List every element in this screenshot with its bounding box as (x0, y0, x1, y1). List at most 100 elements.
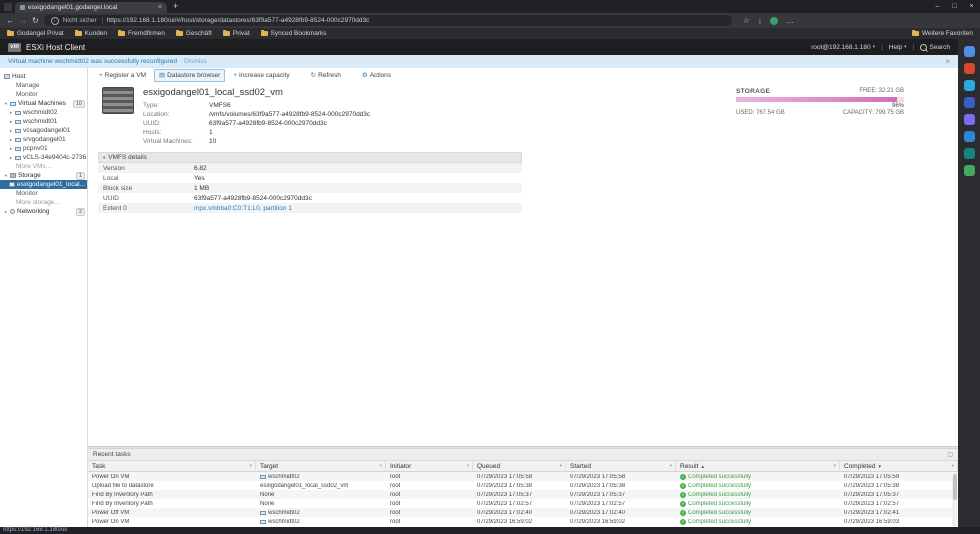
column-header-completed[interactable]: Completed ▼ ▾ (840, 461, 958, 471)
browser-menu-icon[interactable]: … (786, 16, 794, 25)
column-header-queued[interactable]: Queued ▾ (473, 461, 566, 471)
sidebar-app-icon[interactable] (963, 46, 975, 57)
banner-close-icon[interactable]: × (945, 57, 950, 66)
expand-caret-icon[interactable]: ▾ (4, 173, 8, 179)
sidebar-item-vm[interactable]: ▸ wschmidt02 (0, 108, 87, 117)
task-target[interactable]: esxigodangel01_local_ssd02_vm (256, 483, 386, 489)
sidebar-item-storage[interactable]: ▾ Storage 1 (0, 171, 87, 180)
downloads-icon[interactable]: ↓ (758, 16, 762, 25)
recent-tasks-header[interactable]: Recent tasks ▢ (88, 449, 958, 461)
task-target[interactable]: wschmidt02 (256, 510, 386, 516)
sidebar-item-vm[interactable]: ▸ vcsagodangel01 (0, 126, 87, 135)
bookmark-item[interactable]: Kunden (74, 30, 107, 37)
maximize-button[interactable]: □ (946, 0, 963, 13)
column-header-target[interactable]: Target ▾ (256, 461, 386, 471)
minimize-button[interactable]: – (929, 0, 946, 13)
help-menu[interactable]: Help ▾ (889, 44, 907, 51)
sidebar-app-icon[interactable] (963, 63, 975, 74)
expand-caret-icon[interactable]: ▸ (9, 110, 13, 116)
back-icon[interactable]: ← (6, 13, 14, 28)
table-row[interactable]: Upload file to datastore esxigodangel01_… (88, 481, 958, 490)
column-header-task[interactable]: Task ▾ (88, 461, 256, 471)
expand-caret-icon[interactable]: ▸ (4, 209, 8, 215)
sidebar-app-icon[interactable] (963, 131, 975, 142)
toolbar-button[interactable]: ⚙ Actions (357, 69, 396, 82)
task-initiator: root (390, 518, 401, 525)
expand-caret-icon[interactable]: ▸ (9, 137, 13, 143)
close-button[interactable]: × (963, 0, 980, 13)
sidebar-item-host[interactable]: Host (0, 72, 87, 81)
toolbar-button[interactable]: + Increase capacity (228, 69, 294, 81)
sidebar-item-storage-monitor[interactable]: Monitor (0, 189, 87, 198)
sidebar-app-icon[interactable] (963, 148, 975, 159)
toolbar-button[interactable]: ↻ Refresh (306, 69, 346, 82)
profile-avatar[interactable] (769, 16, 778, 25)
sidebar-item-vm[interactable]: ▸ vCLS-34e9404c-2736-... (0, 153, 87, 162)
task-target[interactable]: None (256, 492, 386, 498)
task-target[interactable]: None (256, 501, 386, 507)
banner-dismiss-link[interactable]: Dismiss (184, 58, 207, 65)
column-header-result[interactable]: Result ▲ ▾ (676, 461, 840, 471)
sidebar-app-icon[interactable] (963, 114, 975, 125)
sidebar-item-manage[interactable]: Manage (0, 81, 87, 90)
scrollbar-thumb[interactable] (952, 474, 957, 500)
expand-caret-icon[interactable]: ▸ (9, 119, 13, 125)
sidebar-item-vm[interactable]: ▸ srvgodangel01 (0, 135, 87, 144)
filter-caret-icon[interactable]: ▾ (952, 463, 954, 469)
sidebar-item-vm[interactable]: ▸ pcpnv01 (0, 144, 87, 153)
column-header-initiator[interactable]: Initiator ▾ (386, 461, 473, 471)
table-row[interactable]: Power Off VM wschmidt02 root 07/29/2023 … (88, 508, 958, 517)
sidebar-item-datastore-selected[interactable]: esxigodangel01_local... (0, 180, 87, 189)
sidebar-item-monitor[interactable]: Monitor (0, 90, 87, 99)
task-target[interactable]: wschmidt02 (256, 474, 386, 480)
table-row[interactable]: Power On VM wschmidt02 root 07/29/2023 1… (88, 472, 958, 481)
expand-caret-icon[interactable]: ▾ (4, 101, 8, 107)
sidebar-item-virtual-machines[interactable]: ▾ Virtual Machines 10 (0, 99, 87, 108)
filter-caret-icon[interactable]: ▾ (834, 463, 836, 469)
column-header-started[interactable]: Started ▾ (566, 461, 676, 471)
tasks-expand-icon[interactable]: ▢ (947, 451, 953, 458)
task-target[interactable]: wschmidt02 (256, 519, 386, 525)
search-placeholder: Search (929, 43, 950, 51)
sidebar-item-vm[interactable]: ▸ wschmidt01 (0, 117, 87, 126)
not-secure-label: Nicht sicher (63, 17, 103, 24)
sidebar-app-icon[interactable] (963, 97, 975, 108)
forward-icon[interactable]: → (19, 13, 27, 28)
other-favorites[interactable]: Weitere Favoriten (911, 30, 973, 37)
bookmark-item[interactable]: Geschäft (175, 30, 212, 37)
sidebar-app-icon[interactable] (963, 80, 975, 91)
browser-tab[interactable]: esxigodangel01.godangel.local × (15, 2, 167, 13)
filter-caret-icon[interactable]: ▾ (250, 463, 252, 469)
bookmark-item[interactable]: Godangel Privat (7, 30, 64, 37)
sidebar-item-networking[interactable]: ▸ Networking 2 (0, 207, 87, 216)
expand-caret-icon[interactable]: ▸ (9, 146, 13, 152)
bookmark-item[interactable]: Synced Bookmarks (260, 30, 327, 37)
sidebar-app-icon[interactable] (963, 165, 975, 176)
table-row[interactable]: Find By Inventory Path None root 07/29/2… (88, 499, 958, 508)
toolbar-button[interactable]: ▤ Datastore browser (153, 68, 226, 82)
sidebar-item-more-storage[interactable]: More storage... (0, 198, 87, 207)
bookmark-item[interactable]: Privat (222, 30, 250, 37)
tasks-scrollbar[interactable] (952, 473, 957, 526)
filter-caret-icon[interactable]: ▾ (670, 463, 672, 469)
search-box[interactable]: Search (920, 43, 950, 51)
sidebar-item-more-vms[interactable]: More VMs... (0, 162, 87, 171)
filter-caret-icon[interactable]: ▾ (380, 463, 382, 469)
expand-caret-icon[interactable]: ▸ (9, 128, 13, 134)
toolbar-button[interactable]: + Register a VM (94, 69, 151, 81)
vmfs-details-header[interactable]: ▾ VMFS details (98, 152, 522, 163)
url-bar[interactable]: Nicht sicher https://192.168.1.180/ui/#/… (43, 15, 732, 26)
favorites-star-icon[interactable]: ☆ (743, 16, 750, 25)
tab-actions-icon[interactable] (4, 3, 12, 11)
table-row[interactable]: Find By Inventory Path None root 07/29/2… (88, 490, 958, 499)
filter-caret-icon[interactable]: ▾ (560, 463, 562, 469)
not-secure-icon[interactable] (50, 16, 59, 25)
refresh-icon[interactable]: ↻ (32, 13, 39, 28)
filter-caret-icon[interactable]: ▾ (467, 463, 469, 469)
table-row[interactable]: Power On VM wschmidt02 root 07/29/2023 1… (88, 517, 958, 526)
bookmark-item[interactable]: Fremdfirmen (118, 30, 165, 37)
new-tab-button[interactable]: + (173, 2, 178, 11)
tab-close-icon[interactable]: × (158, 4, 162, 11)
user-menu[interactable]: root@192.168.1.180 ▾ (811, 44, 875, 51)
expand-caret-icon[interactable]: ▸ (9, 155, 13, 161)
